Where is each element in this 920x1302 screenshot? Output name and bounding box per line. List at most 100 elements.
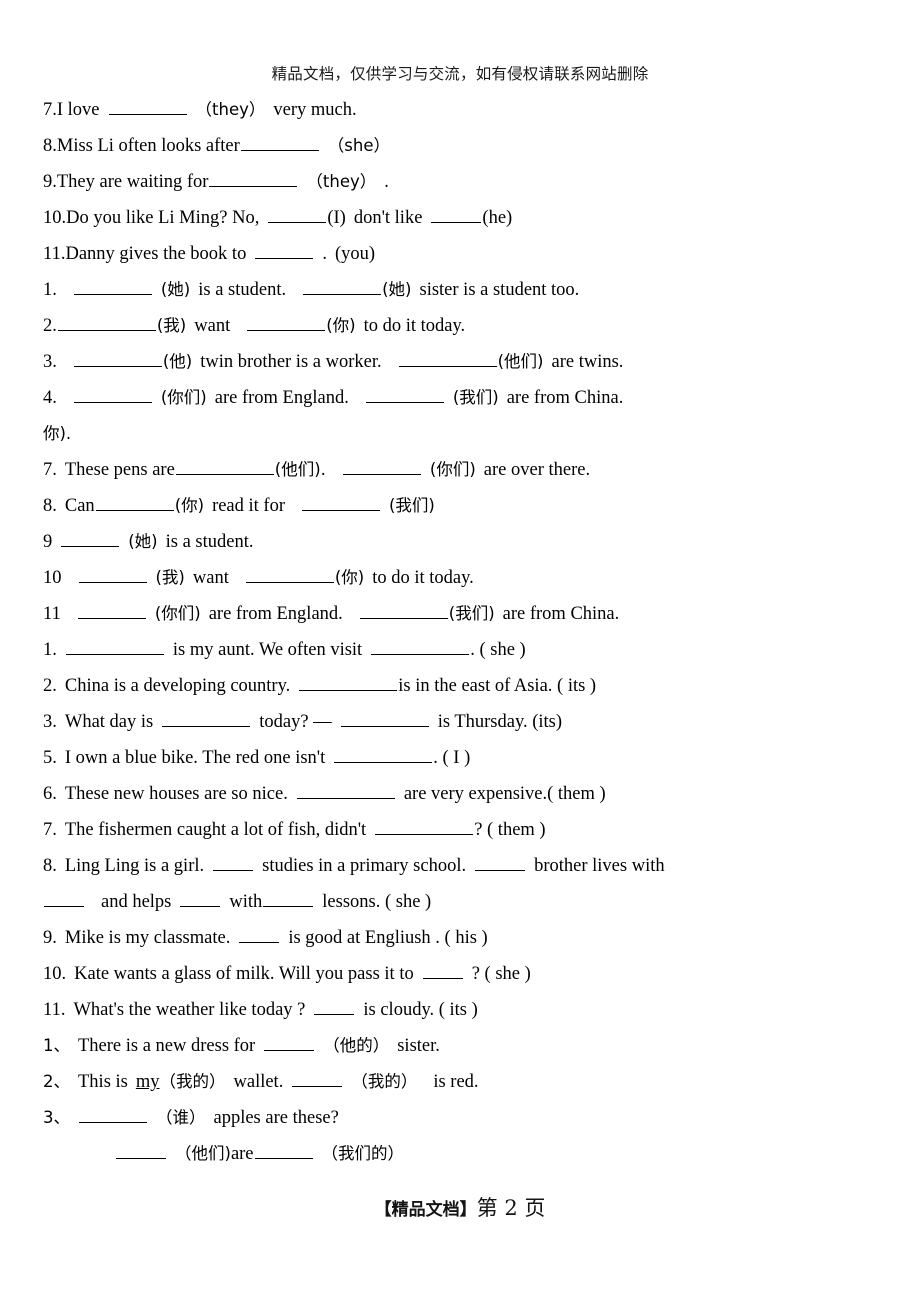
answer-blank[interactable] [268,205,327,223]
question-number: 6. [43,784,57,804]
question-cue: （she） [327,136,391,155]
question-cue: （他的） [323,1036,390,1055]
answer-blank[interactable] [398,349,497,367]
question-number: 3. [43,352,57,372]
question-text-mid: wallet. [233,1072,284,1092]
answer-blank[interactable] [73,349,162,367]
answer-blank[interactable] [334,745,433,763]
question-cue-2: (你) [326,316,356,335]
underlined-word: my [135,1072,160,1092]
question-cue-2: (he) [482,208,513,228]
question-cue: (I) [327,208,346,228]
answer-blank[interactable] [475,853,526,871]
document-footer: 【精品文档】第 2 页 [0,1192,920,1222]
answer-blank[interactable] [79,1105,147,1123]
answer-blank[interactable] [162,709,251,727]
question-item: 3、 （谁） apples are these? [43,1100,663,1136]
answer-blank[interactable] [175,457,274,475]
question-number: 8. [43,136,57,156]
answer-blank[interactable] [359,601,448,619]
question-number: 5. [43,748,57,768]
answer-blank[interactable] [213,853,254,871]
question-text: Can [64,496,95,516]
question-number: 7. [43,820,57,840]
answer-blank[interactable] [78,565,147,583]
question-number: 9 [43,532,53,552]
question-text: China is a developing country. [64,676,291,696]
answer-blank[interactable] [431,205,482,223]
answer-blank[interactable] [302,493,380,511]
answer-blank[interactable] [95,493,174,511]
question-text-tail: to do it today. [363,316,466,336]
question-item: 8.Miss Li often looks after （she） [43,128,663,164]
question-cue: (我) [155,568,185,587]
answer-blank[interactable] [296,781,395,799]
answer-blank[interactable] [65,637,164,655]
question-number: 11 [43,604,61,624]
answer-blank[interactable] [342,457,421,475]
answer-blank[interactable] [314,997,355,1015]
answer-blank[interactable] [375,817,474,835]
answer-blank[interactable] [239,925,280,943]
question-item: 1. is my aunt. We often visit . ( she ) [43,632,663,668]
question-cue-2: (你们) [429,460,476,479]
question-text: and helps [101,892,172,912]
question-item: 10. Kate wants a glass of milk. Will you … [43,956,663,992]
question-text-tail: is red. [433,1072,479,1092]
answer-blank[interactable] [73,385,152,403]
question-item-continuation: and helps with lessons. ( she ) [43,884,663,920]
answer-blank[interactable] [77,601,146,619]
answer-blank[interactable] [61,529,120,547]
answer-blank[interactable] [371,637,470,655]
question-text: are [230,1144,254,1164]
question-cue: (她) [160,280,191,299]
answer-blank[interactable] [340,709,429,727]
answer-blank[interactable] [116,1141,166,1159]
question-number: 1. [43,640,57,660]
answer-blank[interactable] [57,313,156,331]
answer-blank[interactable] [245,565,334,583]
answer-blank[interactable] [422,961,463,979]
question-text-tail: brother lives with [534,856,665,876]
answer-blank[interactable] [303,277,382,295]
question-text-tail: lessons. ( she ) [322,892,432,912]
question-number: 8. [43,496,57,516]
answer-blank[interactable] [44,889,84,907]
question-cue: (我) [156,316,187,335]
answer-blank[interactable] [365,385,444,403]
answer-blank[interactable] [255,241,314,259]
question-number: 3. [43,712,57,732]
question-number: 7. [43,460,57,480]
answer-blank[interactable] [254,1141,313,1159]
question-text: There is a new dress for [78,1036,256,1056]
question-item: 7.I love （they） very much. [43,92,663,128]
question-text: Do you like Li Ming? No, [66,208,260,228]
answer-blank[interactable] [292,1069,343,1087]
question-text-tail: are from China. [506,388,624,408]
answer-blank[interactable] [108,97,187,115]
question-item: 5. I own a blue bike. The red one isn't . … [43,740,663,776]
question-cue: (他们). [274,460,326,479]
question-text-tail: is cloudy. ( its ) [363,1000,478,1020]
answer-blank[interactable] [264,1033,315,1051]
question-item: 2. (我) want (你) to do it today. [43,308,663,344]
answer-blank[interactable] [73,277,152,295]
question-item: 6. These new houses are so nice. are very … [43,776,663,812]
question-number: 9. [43,928,57,948]
question-text: I love [56,100,100,120]
answer-blank[interactable] [209,169,298,187]
question-text-tail: is in the east of Asia. ( its ) [398,676,597,696]
question-text: twin brother is a worker. [200,352,382,372]
question-text-tail: ? ( them ) [474,820,546,840]
question-text-tail: to do it today. [372,568,474,588]
question-number: 2. [43,676,57,696]
question-cue: (你) [174,496,205,515]
question-cue-2: (我们) [452,388,499,407]
answer-blank[interactable] [180,889,221,907]
answer-blank[interactable] [263,889,314,907]
answer-blank[interactable] [299,673,398,691]
answer-blank[interactable] [247,313,326,331]
question-cue-2: （我的） [351,1072,418,1091]
answer-blank[interactable] [240,133,319,151]
question-cue-2: (我们) [448,604,495,623]
